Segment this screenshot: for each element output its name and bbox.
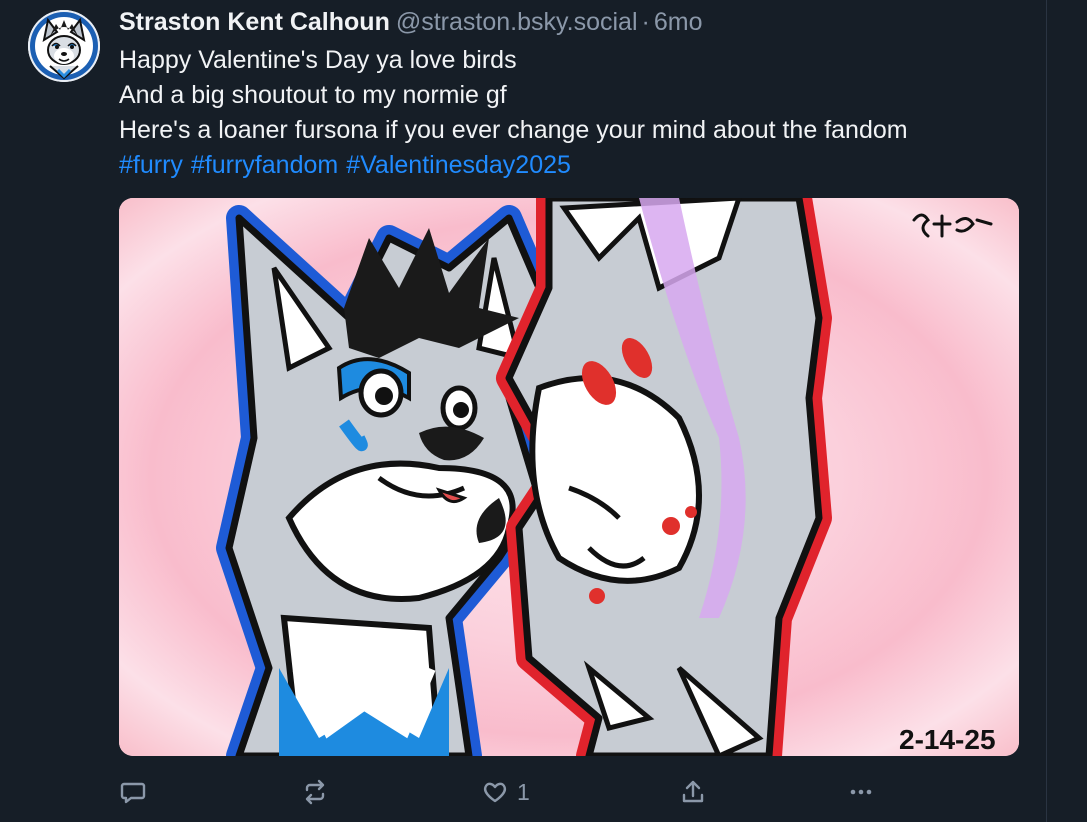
more-options-button[interactable] xyxy=(847,774,875,810)
author-handle[interactable]: @straston.bsky.social xyxy=(396,8,638,36)
speech-bubble-icon xyxy=(120,782,146,804)
post-actions-bar: 1 xyxy=(119,774,1019,810)
post-text-line: Here's a loaner fursona if you ever chan… xyxy=(119,116,908,144)
hashtag-valentinesday2025-link[interactable]: #Valentinesday2025 xyxy=(346,151,571,179)
post-text-line: Happy Valentine's Day ya love birds xyxy=(119,46,517,74)
feed-column: Straston Kent Calhoun @straston.bsky.soci… xyxy=(0,0,1046,822)
post-timestamp[interactable]: 6mo xyxy=(654,8,703,36)
like-count: 1 xyxy=(517,778,530,805)
post-text-line: And a big shoutout to my normie gf xyxy=(119,81,507,109)
valentine-furry-artwork: 2-14-25 xyxy=(119,198,1019,756)
author-display-name[interactable]: Straston Kent Calhoun xyxy=(119,8,390,36)
header-separator: · xyxy=(641,8,650,36)
artwork-date-label: 2-14-25 xyxy=(899,724,996,755)
heart-icon xyxy=(483,782,507,803)
reply-button[interactable] xyxy=(119,774,147,810)
share-upload-icon xyxy=(682,780,704,803)
post-header: Straston Kent Calhoun @straston.bsky.soci… xyxy=(119,6,702,38)
post-text: Happy Valentine's Day ya love birds And … xyxy=(119,43,1029,183)
like-button[interactable]: 1 xyxy=(481,774,530,810)
author-avatar[interactable] xyxy=(28,10,100,82)
furry-wolf-avatar-icon xyxy=(28,10,100,82)
hashtag-furry-link[interactable]: #furry xyxy=(119,151,183,179)
post-image[interactable]: 2-14-25 xyxy=(119,198,1019,756)
hashtag-furryfandom-link[interactable]: #furryfandom xyxy=(191,151,338,179)
repost-button[interactable] xyxy=(301,774,329,810)
right-pane xyxy=(1047,0,1087,822)
share-button[interactable] xyxy=(679,774,707,810)
repost-arrows-icon xyxy=(305,779,325,805)
hashtag-list: #furry #furryfandom #Valentinesday2025 xyxy=(119,148,1029,183)
ellipsis-icon xyxy=(850,789,872,795)
